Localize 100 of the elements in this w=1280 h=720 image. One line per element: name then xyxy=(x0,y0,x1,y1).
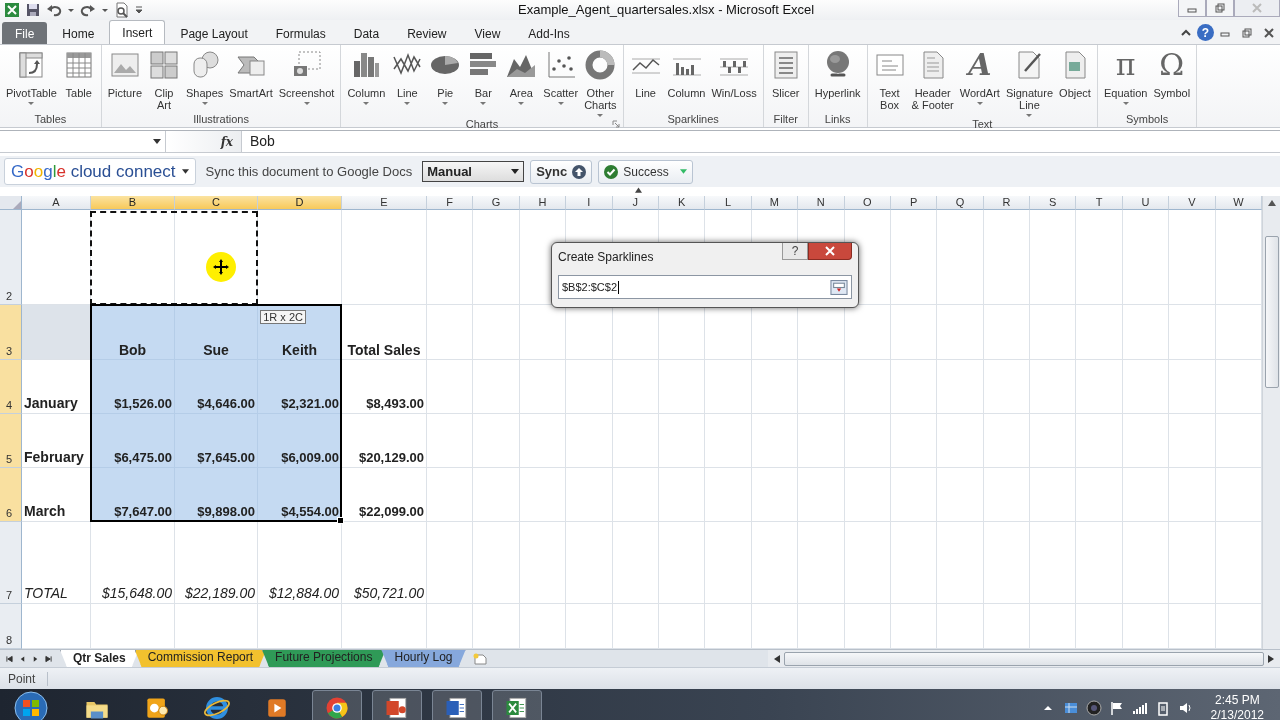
close-icon[interactable] xyxy=(1263,27,1275,39)
header-letter[interactable]: B xyxy=(91,196,175,210)
webcam-icon[interactable] xyxy=(1085,699,1102,716)
sync-status-button[interactable]: Success xyxy=(598,159,693,184)
row-heading[interactable]: 2 xyxy=(0,210,22,305)
header-letter[interactable]: V xyxy=(1169,196,1216,210)
customize-toolbar-icon[interactable] xyxy=(135,6,143,14)
ribbon-tab[interactable]: Home xyxy=(49,22,108,44)
horizontal-scrollbar[interactable] xyxy=(768,650,1280,667)
header-letter[interactable]: A xyxy=(22,196,91,210)
ribbon-button[interactable]: Line xyxy=(626,49,665,111)
redo-icon[interactable] xyxy=(80,2,96,18)
scroll-left-icon[interactable] xyxy=(774,654,780,663)
ribbon-button[interactable]: Shapes xyxy=(183,49,227,111)
help-button[interactable]: ? xyxy=(1197,24,1214,41)
ribbon-tab[interactable]: File xyxy=(2,22,48,44)
row-heading[interactable]: 5 xyxy=(0,414,22,468)
header-letter[interactable]: N xyxy=(798,196,845,210)
formula-input[interactable]: Bob xyxy=(242,131,275,152)
restore-button[interactable] xyxy=(1206,0,1234,17)
clock-date[interactable]: 2/13/2012 xyxy=(1210,707,1264,720)
caret-icon[interactable] xyxy=(67,6,75,14)
dialog-launcher-icon[interactable] xyxy=(611,120,620,128)
ribbon-button[interactable]: Pie xyxy=(426,49,465,118)
header-letter[interactable]: O xyxy=(844,196,891,210)
close-button[interactable] xyxy=(808,243,852,260)
header-letter[interactable]: G xyxy=(473,196,520,210)
ribbon-button[interactable]: Signature Line xyxy=(1002,49,1056,118)
ribbon-button[interactable]: Hyperlink xyxy=(811,49,864,111)
header-letter[interactable]: T xyxy=(1076,196,1123,210)
ribbon-tab[interactable]: Data xyxy=(340,22,393,44)
ribbon-button[interactable]: Area xyxy=(502,49,541,118)
save-icon[interactable] xyxy=(25,2,41,18)
up-triangle-icon[interactable] xyxy=(635,187,642,193)
flag-icon[interactable] xyxy=(1108,699,1125,716)
ribbon-button[interactable]: Screenshot xyxy=(275,49,338,111)
ribbon-tab[interactable]: View xyxy=(461,22,514,44)
ribbon-tab[interactable]: Insert xyxy=(109,20,166,44)
ribbon-button[interactable]: Ω Symbol xyxy=(1150,49,1194,111)
help-button[interactable]: ? xyxy=(782,243,808,260)
sync-mode-dropdown[interactable]: Manual xyxy=(422,161,525,182)
header-letter[interactable]: S xyxy=(1030,196,1077,210)
ribbon-button[interactable]: Other Charts xyxy=(581,49,620,118)
ribbon-button[interactable]: Picture xyxy=(104,49,145,111)
vertical-scrollbar[interactable] xyxy=(1262,196,1280,649)
header-letter[interactable]: J xyxy=(612,196,659,210)
ribbon-button[interactable]: Column xyxy=(344,49,389,118)
header-letter[interactable]: U xyxy=(1122,196,1170,210)
ribbon-tab[interactable]: Review xyxy=(394,22,460,44)
ribbon-button[interactable]: Win/Loss xyxy=(708,49,760,111)
restore-icon[interactable] xyxy=(1241,27,1253,39)
taskbar-button[interactable] xyxy=(492,689,542,720)
taskbar-button[interactable] xyxy=(432,689,482,720)
header-letter[interactable]: E xyxy=(342,196,427,210)
row-heading[interactable]: 6 xyxy=(0,468,22,522)
sheet-nav-icon[interactable] xyxy=(45,654,52,663)
sheet-tab[interactable]: Future Projections xyxy=(262,650,386,667)
taskbar-button[interactable] xyxy=(372,689,422,720)
ribbon-tab[interactable]: Formulas xyxy=(262,22,339,44)
row-heading[interactable]: 3 xyxy=(0,305,22,360)
print-preview-icon[interactable] xyxy=(114,2,130,18)
caret-icon[interactable] xyxy=(101,6,109,14)
header-letter[interactable]: I xyxy=(566,196,613,210)
range-field[interactable]: $B$2:$C$2 xyxy=(558,275,852,299)
row-heading[interactable]: 7 xyxy=(0,522,22,604)
undo-icon[interactable] xyxy=(46,2,62,18)
fill-handle[interactable] xyxy=(337,517,344,524)
header-letter[interactable]: K xyxy=(658,196,706,210)
scroll-up-icon[interactable] xyxy=(1267,200,1276,206)
header-letter[interactable]: F xyxy=(427,196,474,210)
ribbon-button[interactable]: PivotTable xyxy=(3,49,60,111)
start-button[interactable] xyxy=(14,690,48,720)
ribbon-button[interactable]: Table xyxy=(59,49,98,111)
cloud-connect-button[interactable]: Google cloud connect xyxy=(4,158,196,185)
ribbon-button[interactable]: Column xyxy=(664,49,709,111)
header-letter[interactable]: M xyxy=(751,196,799,210)
caret-icon[interactable] xyxy=(153,139,161,144)
ribbon-tab[interactable]: Page Layout xyxy=(167,22,261,44)
header-letter[interactable]: L xyxy=(705,196,752,210)
ribbon-button[interactable]: Scatter xyxy=(540,49,582,118)
row-heading[interactable]: 4 xyxy=(0,360,22,414)
row-heading[interactable]: 8 xyxy=(0,604,22,649)
ribbon-button[interactable]: Bar xyxy=(464,49,503,118)
ribbon-button[interactable]: Object xyxy=(1056,49,1094,118)
header-letter[interactable]: D xyxy=(258,196,342,210)
sheet-tab[interactable]: Qtr Sales xyxy=(60,650,139,667)
clock-time[interactable]: 2:45 PM xyxy=(1214,692,1260,708)
taskbar-button[interactable] xyxy=(312,689,362,720)
ribbon-button[interactable]: SmartArt xyxy=(226,49,276,111)
header-letter[interactable]: C xyxy=(175,196,258,210)
insert-function-button[interactable]: fx xyxy=(220,134,233,149)
ribbon-button[interactable]: Slicer xyxy=(766,49,805,111)
ribbon-button[interactable]: A WordArt xyxy=(956,49,1003,118)
ribbon-button[interactable]: π Equation xyxy=(1101,49,1151,111)
sheet-tab[interactable]: Hourly Log xyxy=(381,650,466,667)
collapse-dialog-icon[interactable] xyxy=(830,279,848,295)
ribbon-button[interactable]: Header & Footer xyxy=(908,49,957,118)
header-letter[interactable]: R xyxy=(983,196,1031,210)
header-letter[interactable]: H xyxy=(519,196,567,210)
header-letter[interactable]: Q xyxy=(937,196,984,210)
